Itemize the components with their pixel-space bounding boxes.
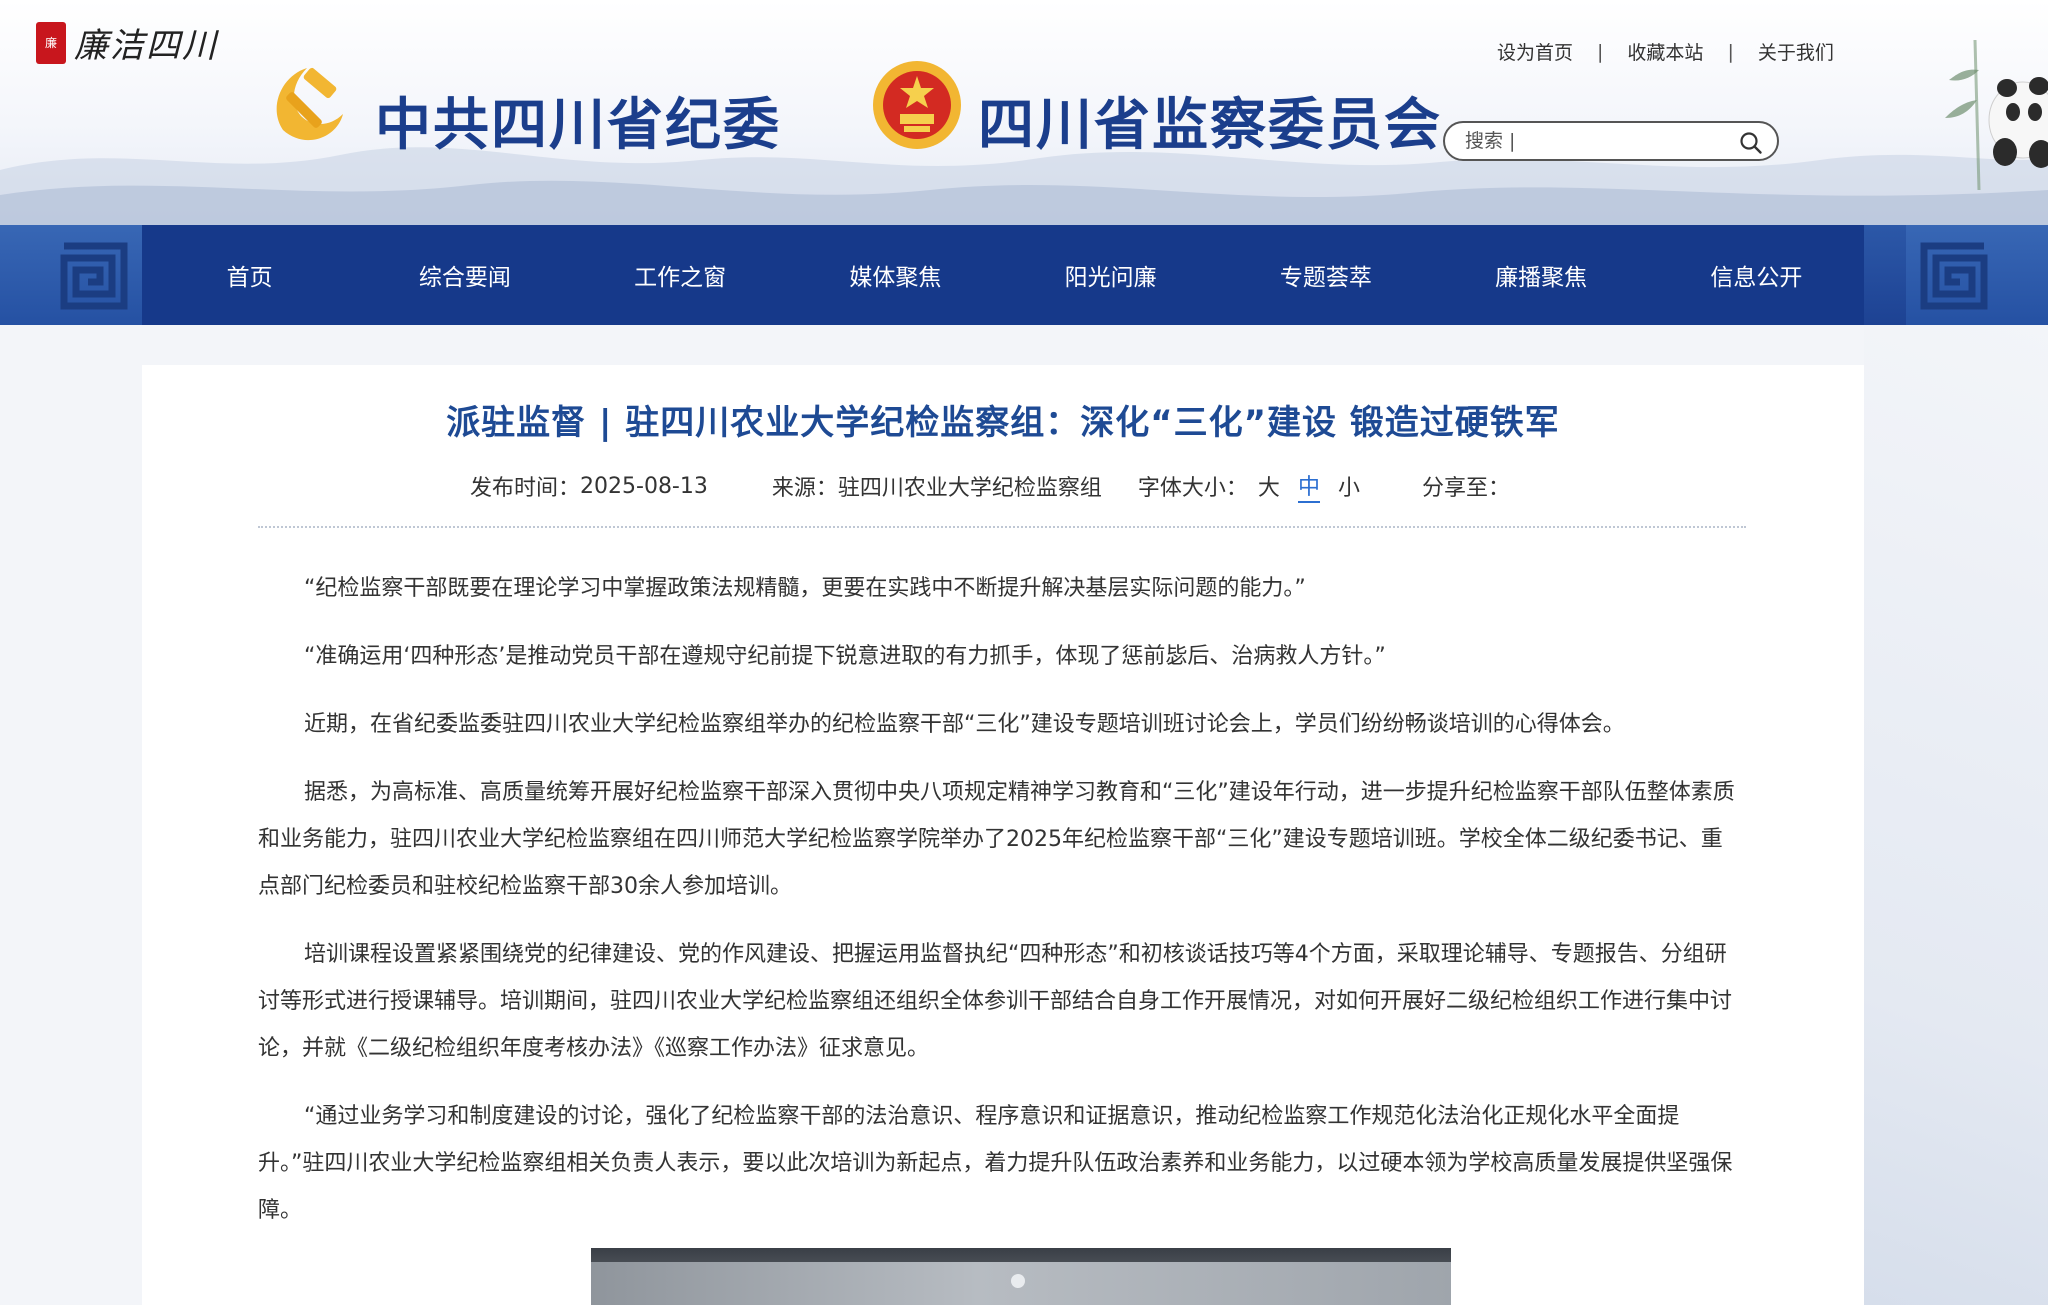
nav-item-work[interactable]: 工作之窗: [573, 258, 788, 292]
nav-item-disclosure[interactable]: 信息公开: [1649, 258, 1864, 292]
article-paragraph: 据悉，为高标准、高质量统筹开展好纪检监察干部深入贯彻中央八项规定精神学习教育和“…: [258, 780, 1735, 899]
party-title: 中共四川省纪委: [375, 93, 781, 158]
share-label: 分享至：: [1421, 476, 1510, 501]
article-paragraph: “准确运用‘四种形态’是推动党员干部在遵规守纪前提下锐意进取的有力抓手，体现了惩…: [304, 644, 1386, 669]
photo-lamp: [1011, 1274, 1025, 1288]
brand-name: 廉洁四川: [74, 26, 218, 66]
top-links: 设为首页 | 收藏本站 | 关于我们: [1497, 38, 1834, 65]
bookmark-site-link[interactable]: 收藏本站: [1627, 38, 1703, 65]
article-paragraph: “纪检监察干部既要在理论学习中掌握政策法规精髓，更要在实践中不断提升解决基层实际…: [304, 576, 1306, 601]
link-separator: |: [1727, 40, 1734, 63]
brand-seal: 廉: [36, 21, 66, 64]
publish-date: 2025-08-13: [580, 473, 708, 499]
article-source: 驻四川农业大学纪检监察组: [837, 476, 1102, 501]
panda-bamboo-decoration: [1945, 40, 2048, 190]
font-size-small[interactable]: 小: [1338, 470, 1360, 502]
set-homepage-link[interactable]: 设为首页: [1497, 38, 1573, 65]
nav-item-home[interactable]: 首页: [142, 258, 357, 292]
article-paragraph: 近期，在省纪委监委驻四川农业大学纪检监察组举办的纪检监察干部“三化”建设专题培训…: [304, 712, 1625, 737]
nav-item-media[interactable]: 媒体聚焦: [788, 258, 1003, 292]
meta-divider: [258, 526, 1746, 528]
site-brand[interactable]: 廉 廉洁四川: [36, 18, 218, 67]
nav-decoration-left: [0, 225, 142, 325]
source-label: 来源：: [771, 476, 838, 501]
article-container: 派驻监督 | 驻四川农业大学纪检监察组：深化“三化”建设 锻造过硬铁军 发布时间…: [142, 365, 1864, 1305]
hammer-sickle-icon: [276, 67, 343, 141]
about-us-link[interactable]: 关于我们: [1758, 38, 1834, 65]
article-photo: [591, 1248, 1451, 1305]
site-header: 廉 廉洁四川 中共四川省纪委 四川省监察委员会 设为首页 | 收藏本站 | 关于…: [0, 0, 2048, 225]
font-size-label: 字体大小：: [1137, 476, 1248, 501]
search-box: [1443, 121, 1779, 161]
article-body: “纪检监察干部既要在理论学习中掌握政策法规精髓，更要在实践中不断提升解决基层实际…: [258, 565, 1738, 1255]
search-icon[interactable]: [1739, 131, 1763, 155]
national-emblem-icon: [873, 61, 961, 149]
article-meta: 发布时间： 2025-08-13 来源： 驻四川农业大学纪检监察组 字体大小： …: [470, 469, 1510, 503]
commission-title: 四川省监察委员会: [978, 93, 1442, 158]
article-title: 派驻监督 | 驻四川农业大学纪检监察组：深化“三化”建设 锻造过硬铁军: [446, 403, 1560, 443]
link-separator: |: [1597, 40, 1604, 63]
nav-decoration-right: [1906, 225, 2048, 325]
nav-item-topics[interactable]: 专题荟萃: [1218, 258, 1433, 292]
font-size-medium[interactable]: 中: [1297, 469, 1320, 503]
font-size-large[interactable]: 大: [1258, 470, 1280, 502]
article-paragraph: “通过业务学习和制度建设的讨论，强化了纪检监察干部的法治意识、程序意识和证据意识…: [258, 1104, 1733, 1223]
nav-item-news[interactable]: 综合要闻: [357, 258, 572, 292]
nav-item-sunshine[interactable]: 阳光问廉: [1003, 258, 1218, 292]
article-paragraph: 培训课程设置紧紧围绕党的纪律建设、党的作风建设、把握运用监督执纪“四种形态”和初…: [258, 942, 1733, 1061]
nav-item-broadcast[interactable]: 廉播聚焦: [1434, 258, 1649, 292]
search-input[interactable]: [1465, 130, 1725, 152]
date-label: 发布时间：: [470, 476, 581, 501]
background-decoration: [1864, 325, 2048, 1305]
main-nav: 首页 综合要闻 工作之窗 媒体聚焦 阳光问廉 专题荟萃 廉播聚焦 信息公开: [142, 225, 1864, 325]
